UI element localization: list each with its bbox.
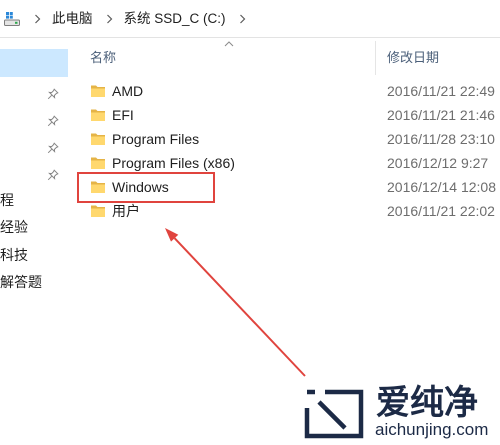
breadcrumb-this-pc[interactable]: 此电脑 xyxy=(52,11,93,27)
nav-item[interactable]: 解答题 xyxy=(0,269,68,296)
watermark-brand: 爱纯净 xyxy=(376,384,478,422)
address-bar[interactable]: 此电脑 系统 SSD_C (C:) xyxy=(0,0,500,38)
nav-item[interactable]: 程 xyxy=(0,187,68,214)
file-row[interactable]: AMD 2016/11/21 22:49 xyxy=(78,79,500,103)
nav-item-selected[interactable] xyxy=(0,49,68,77)
file-modified-date: 2016/11/21 21:46 xyxy=(387,107,495,123)
file-row[interactable]: EFI 2016/11/21 21:46 xyxy=(78,103,500,127)
file-modified-date: 2016/11/21 22:02 xyxy=(387,203,495,219)
file-name: EFI xyxy=(112,107,134,123)
folder-icon xyxy=(90,131,106,147)
file-name: AMD xyxy=(112,83,144,99)
folder-icon xyxy=(90,203,106,219)
nav-item-label: 程 xyxy=(0,192,14,208)
navigation-pane: 程 经验 科技 解答题 xyxy=(0,38,68,445)
arrow-head xyxy=(165,228,179,242)
column-divider[interactable] xyxy=(375,41,376,75)
column-header-modified[interactable]: 修改日期 xyxy=(387,50,439,66)
pin-icon[interactable] xyxy=(47,168,59,181)
arrow-shaft xyxy=(173,237,306,377)
file-row[interactable]: Program Files 2016/11/28 23:10 xyxy=(78,127,500,151)
nav-item[interactable]: 科技 xyxy=(0,242,68,269)
nav-item-pinned[interactable] xyxy=(0,161,68,188)
nav-item-label: 解答题 xyxy=(0,274,42,290)
column-header-name[interactable]: 名称 xyxy=(90,50,116,66)
chevron-right-icon[interactable] xyxy=(106,14,113,24)
watermark-url: aichunjing.com xyxy=(375,420,489,439)
folder-icon xyxy=(90,155,106,171)
chevron-right-icon[interactable] xyxy=(239,14,246,24)
nav-item-label: 科技 xyxy=(0,247,28,263)
brand-logo-icon xyxy=(303,388,365,440)
file-explorer-window: 此电脑 系统 SSD_C (C:) 程 经验 科技 解答题 名称 修改日期 AM… xyxy=(0,0,500,445)
breadcrumb-drive-c[interactable]: 系统 SSD_C (C:) xyxy=(124,11,226,27)
nav-item-label: 经验 xyxy=(0,219,28,235)
pin-icon[interactable] xyxy=(47,87,59,100)
file-name: Program Files xyxy=(112,131,200,147)
nav-item-pinned[interactable] xyxy=(0,80,68,107)
chevron-right-icon[interactable] xyxy=(34,14,41,24)
file-modified-date: 2016/12/12 9:27 xyxy=(387,155,489,171)
pin-icon[interactable] xyxy=(47,114,59,127)
chevron-up-icon xyxy=(224,41,234,47)
nav-item-pinned[interactable] xyxy=(0,134,68,161)
drive-icon[interactable] xyxy=(3,11,21,27)
file-modified-date: 2016/11/21 22:49 xyxy=(387,83,495,99)
nav-item-pinned[interactable] xyxy=(0,107,68,134)
file-modified-date: 2016/11/28 23:10 xyxy=(387,131,495,147)
folder-icon xyxy=(90,107,106,123)
folder-icon xyxy=(90,83,106,99)
pin-icon[interactable] xyxy=(47,141,59,154)
highlight-box xyxy=(77,172,215,203)
nav-item[interactable]: 经验 xyxy=(0,214,68,241)
file-modified-date: 2016/12/14 12:08 xyxy=(387,179,496,195)
